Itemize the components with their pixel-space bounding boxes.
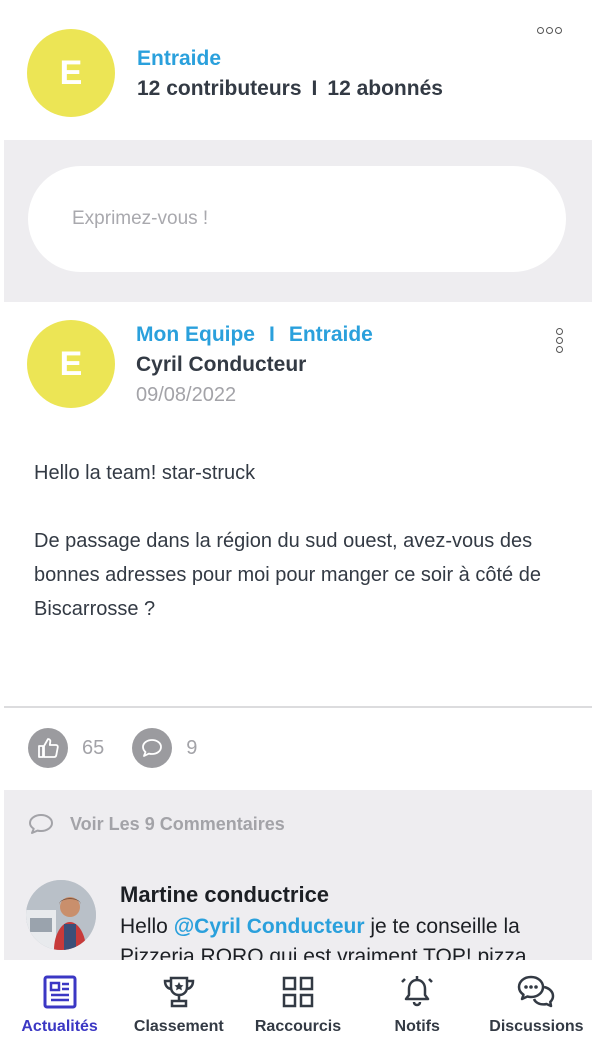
nav-item-raccourcis[interactable]: Raccourcis	[238, 960, 357, 1054]
chat-bubbles-icon	[518, 975, 555, 1008]
post-avatar[interactable]: E	[27, 320, 115, 408]
bell-icon	[401, 976, 434, 1007]
like-count: 65	[82, 736, 105, 759]
comment-author[interactable]: Martine conductrice	[120, 882, 329, 908]
nav-label: Raccourcis	[254, 1018, 342, 1035]
post-date: 09/08/2022	[136, 384, 237, 406]
comment-icon[interactable]	[132, 728, 173, 768]
comment-count: 9	[186, 736, 198, 759]
contributors-count[interactable]: 12 contributeurs	[137, 77, 302, 100]
compose-area	[4, 140, 592, 302]
post-group-secondary[interactable]: Entraide	[289, 323, 373, 346]
group-header: E Entraide 12 contributeurs I 12 abonnés	[0, 0, 596, 140]
group-stats: 12 contributeurs I 12 abonnés	[137, 77, 443, 101]
comment-text-start: Hello	[120, 915, 174, 938]
like-icon[interactable]	[28, 728, 68, 768]
post-more-icon[interactable]	[556, 328, 563, 353]
post-author[interactable]: Cyril Conducteur	[136, 353, 306, 377]
post-reactions: 65 9	[28, 728, 225, 768]
bottom-nav: Actualités Classement Raccourcis Notifs	[0, 960, 596, 1054]
comment-mention[interactable]: @Cyril Conducteur	[174, 915, 365, 938]
grid-icon	[282, 976, 314, 1008]
post-groups: Mon Equipe I Entraide	[136, 323, 373, 347]
post-body: Hello la team! star-struck De passage da…	[34, 456, 554, 660]
post-group-primary[interactable]: Mon Equipe	[136, 323, 255, 346]
nav-item-notifs[interactable]: Notifs	[358, 960, 477, 1054]
group-name[interactable]: Entraide	[137, 47, 221, 71]
news-icon	[43, 975, 77, 1009]
post-card: E Mon Equipe I Entraide Cyril Conducteur 0…	[4, 302, 592, 790]
post-divider	[4, 706, 592, 708]
post-group-separator: I	[269, 323, 275, 346]
trophy-icon	[163, 976, 195, 1008]
stats-separator: I	[311, 77, 318, 100]
post-paragraph: Hello la team! star-struck	[34, 462, 256, 484]
post-paragraph: De passage dans la région du sud ouest, …	[34, 530, 541, 620]
comment-item: Martine conductrice Hello @Cyril Conduct…	[4, 862, 592, 962]
speech-bubble-icon	[29, 814, 53, 834]
nav-item-actualites[interactable]: Actualités	[0, 960, 119, 1054]
nav-label: Notifs	[394, 1018, 440, 1035]
view-comments-band: Voir Les 9 Commentaires	[4, 790, 592, 862]
nav-label: Actualités	[21, 1018, 98, 1035]
group-avatar[interactable]: E	[27, 29, 115, 117]
compose-input[interactable]	[28, 166, 566, 272]
commenter-avatar[interactable]	[26, 880, 96, 950]
nav-item-classement[interactable]: Classement	[119, 960, 238, 1054]
comment-text: Hello @Cyril Conducteur je te conseille …	[120, 912, 570, 962]
nav-label: Classement	[133, 1018, 224, 1035]
view-comments-link[interactable]: Voir Les 9 Commentaires	[28, 812, 285, 836]
nav-label: Discussions	[489, 1018, 584, 1035]
followers-count[interactable]: 12 abonnés	[327, 77, 443, 100]
nav-item-discussions[interactable]: Discussions	[477, 960, 596, 1054]
view-comments-label: Voir Les 9 Commentaires	[70, 813, 285, 834]
group-more-icon[interactable]	[537, 27, 562, 34]
